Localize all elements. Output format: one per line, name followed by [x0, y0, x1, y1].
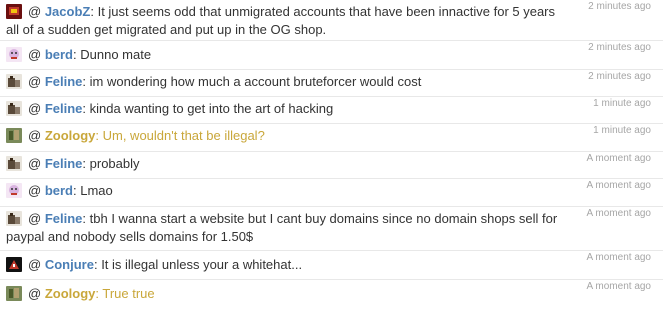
at-symbol: @ — [28, 211, 42, 226]
username-link[interactable]: Zoology — [45, 128, 96, 143]
message-body: It is illegal unless your a whitehat... — [97, 257, 303, 272]
shout-row: @ Feline: probably A moment ago — [0, 152, 663, 179]
username-link[interactable]: berd — [45, 183, 73, 198]
timestamp: 2 minutes ago — [588, 42, 651, 53]
feline-avatar-icon[interactable] — [6, 156, 22, 171]
feline-avatar-icon[interactable] — [6, 211, 22, 226]
shout-text-line: @ Feline: probably — [6, 155, 566, 173]
shout-row: @ JacobZ: It just seems odd that unmigra… — [0, 0, 663, 41]
username-link[interactable]: Zoology — [45, 286, 96, 301]
username-link[interactable]: JacobZ — [45, 4, 91, 19]
at-symbol: @ — [28, 74, 42, 89]
timestamp: 2 minutes ago — [588, 1, 651, 12]
shout-row: @ berd: Dunno mate 2 minutes ago — [0, 41, 663, 70]
shout-text-line: @ Feline: im wondering how much a accoun… — [6, 73, 566, 91]
shout-row: @ Conjure: It is illegal unless your a w… — [0, 251, 663, 280]
shout-text-line: @ JacobZ: It just seems odd that unmigra… — [6, 3, 566, 39]
username-link[interactable]: Feline — [45, 211, 83, 226]
shout-text-line: @ Zoology: True true — [6, 285, 566, 303]
zoology-avatar-icon[interactable] — [6, 286, 22, 301]
timestamp: A moment ago — [586, 180, 651, 191]
shout-text-line: @ Feline: kinda wanting to get into the … — [6, 100, 566, 118]
shout-row: @ Feline: im wondering how much a accoun… — [0, 70, 663, 97]
at-symbol: @ — [28, 47, 42, 62]
username-link[interactable]: Conjure — [45, 257, 94, 272]
shout-text-line: @ berd: Dunno mate — [6, 46, 566, 64]
message-body: Dunno mate — [76, 47, 152, 62]
shout-text-line: @ Feline: tbh I wanna start a website bu… — [6, 210, 566, 246]
username-link[interactable]: Feline — [45, 74, 83, 89]
timestamp: A moment ago — [586, 208, 651, 219]
at-symbol: @ — [28, 183, 42, 198]
username-link[interactable]: Feline — [45, 156, 83, 171]
timestamp: 2 minutes ago — [588, 71, 651, 82]
message-body: tbh I wanna start a website but I cant b… — [6, 211, 558, 244]
at-symbol: @ — [28, 128, 42, 143]
shout-text-line: @ Zoology: Um, wouldn't that be illegal? — [6, 127, 566, 145]
message-body: Lmao — [76, 183, 113, 198]
jacob-avatar-icon[interactable] — [6, 4, 22, 19]
message-body: probably — [86, 156, 140, 171]
shoutbox: @ JacobZ: It just seems odd that unmigra… — [0, 0, 663, 313]
conjure-avatar-icon[interactable] — [6, 257, 22, 272]
shout-row: @ Zoology: Um, wouldn't that be illegal?… — [0, 124, 663, 152]
message-body: im wondering how much a account brutefor… — [86, 74, 422, 89]
at-symbol: @ — [28, 286, 42, 301]
message-body: True true — [99, 286, 155, 301]
berd-avatar-icon[interactable] — [6, 183, 22, 198]
at-symbol: @ — [28, 257, 42, 272]
shout-row: @ Feline: kinda wanting to get into the … — [0, 97, 663, 124]
timestamp: A moment ago — [586, 153, 651, 164]
feline-avatar-icon[interactable] — [6, 101, 22, 116]
timestamp: A moment ago — [586, 252, 651, 263]
feline-avatar-icon[interactable] — [6, 74, 22, 89]
shout-text-line: @ berd: Lmao — [6, 182, 566, 200]
zoology-avatar-icon[interactable] — [6, 128, 22, 143]
timestamp: A moment ago — [586, 281, 651, 292]
shout-row: @ Feline: tbh I wanna start a website bu… — [0, 207, 663, 251]
at-symbol: @ — [28, 101, 42, 116]
berd-avatar-icon[interactable] — [6, 47, 22, 62]
message-body: kinda wanting to get into the art of hac… — [86, 101, 334, 116]
message-body: Um, wouldn't that be illegal? — [99, 128, 265, 143]
timestamp: 1 minute ago — [593, 125, 651, 136]
username-link[interactable]: Feline — [45, 101, 83, 116]
timestamp: 1 minute ago — [593, 98, 651, 109]
at-symbol: @ — [28, 4, 42, 19]
at-symbol: @ — [28, 156, 42, 171]
shout-text-line: @ Conjure: It is illegal unless your a w… — [6, 256, 566, 274]
shout-row: @ Zoology: True true A moment ago — [0, 280, 663, 313]
shout-row: @ berd: Lmao A moment ago — [0, 179, 663, 207]
username-link[interactable]: berd — [45, 47, 73, 62]
